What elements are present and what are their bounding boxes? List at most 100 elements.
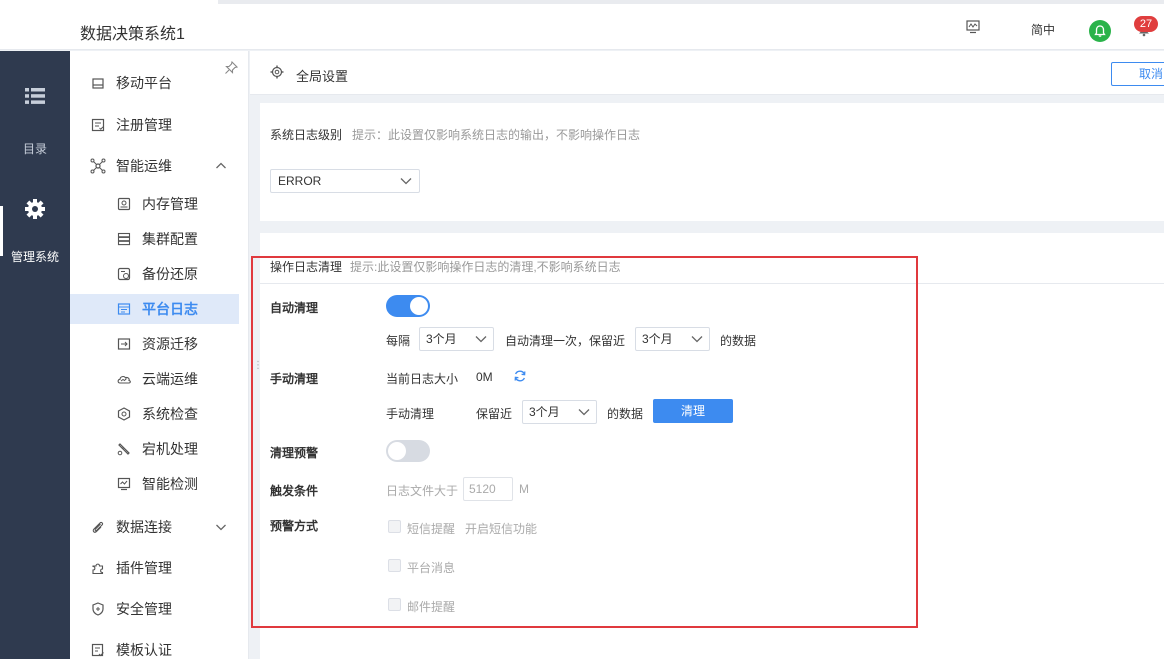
warn-method-label: 预警方式 xyxy=(270,519,319,533)
sidebar-item-migrate[interactable]: 资源迁移 xyxy=(70,329,239,359)
sidebar-item-label: 智能检测 xyxy=(142,476,198,492)
app-title: 数据决策系统1 xyxy=(80,26,185,43)
oplog-hint: 提示:此设置仅影响操作日志的清理,不影响系统日志 xyxy=(350,260,621,274)
sidebar-item-label: 系统检查 xyxy=(142,406,198,422)
main-content: 全局设置 取消 系统日志级别 提示：此设置仅影响系统日志的输出，不影响操作日志 … xyxy=(250,51,1164,659)
sidebar-item-label: 备份还原 xyxy=(142,266,198,282)
chevron-down-icon xyxy=(691,336,703,343)
migrate-icon xyxy=(116,336,132,352)
cloud-icon xyxy=(116,371,132,387)
resize-handle[interactable]: ⋮ xyxy=(253,360,263,371)
rail-manage-label: 管理系统 xyxy=(10,250,59,264)
monitor-icon[interactable] xyxy=(966,20,980,37)
ops-icon xyxy=(90,158,106,174)
auto-keep-value: 3个月 xyxy=(642,332,673,346)
sidebar-item-platform-log[interactable]: 平台日志 xyxy=(70,294,239,324)
syslog-label: 系统日志级别 xyxy=(270,128,343,142)
manual-keep-select[interactable]: 3个月 xyxy=(522,400,597,424)
log-size-value: 0M xyxy=(476,370,493,384)
manual-clean-label: 手动清理 xyxy=(270,372,319,386)
clean-warn-label: 清理预警 xyxy=(270,446,319,460)
sidebar-item-backup[interactable]: 备份还原 xyxy=(70,259,239,289)
language-switch[interactable]: 简中 xyxy=(1031,21,1055,38)
chevron-down-icon xyxy=(215,520,227,536)
shield-icon xyxy=(90,601,106,617)
list-icon xyxy=(0,87,70,109)
trigger-label: 触发条件 xyxy=(270,484,319,498)
syslog-level-select[interactable]: ERROR xyxy=(270,169,420,193)
link-icon xyxy=(90,519,106,535)
page-title: 全局设置 xyxy=(296,69,349,84)
sms-checkbox[interactable] xyxy=(388,520,401,533)
auto-interval-select[interactable]: 3个月 xyxy=(419,327,494,351)
rail-catalog-label: 目录 xyxy=(22,142,47,156)
oplog-header: 操作日志清理 提示:此设置仅影响操作日志的清理,不影响系统日志 xyxy=(260,233,1164,284)
sidebar-item-detect[interactable]: 智能检测 xyxy=(70,469,239,499)
memory-icon xyxy=(116,196,132,212)
sidebar-item-label: 插件管理 xyxy=(116,560,172,576)
detect-icon xyxy=(116,476,132,492)
sidebar-item-syscheck[interactable]: 系统检查 xyxy=(70,399,239,429)
sidebar-item-label: 宕机处理 xyxy=(142,441,198,457)
check-icon xyxy=(116,406,132,422)
sidebar-item-label: 智能运维 xyxy=(116,158,172,174)
refresh-icon[interactable] xyxy=(513,369,527,386)
sms-label: 短信提醒 xyxy=(407,522,456,536)
rail-catalog[interactable]: 目录 xyxy=(0,87,70,157)
crash-icon xyxy=(116,441,132,457)
register-icon xyxy=(90,117,106,133)
plugin-icon xyxy=(90,560,106,576)
sms-note: 开启短信功能 xyxy=(465,522,538,536)
email-checkbox[interactable] xyxy=(388,598,401,611)
notification-green-icon[interactable] xyxy=(1089,20,1111,42)
gear-icon xyxy=(0,197,70,223)
app-header: 数据决策系统1 简中 27 xyxy=(0,6,1164,50)
sidebar-item-cloud[interactable]: 云端运维 xyxy=(70,364,239,394)
mobile-icon xyxy=(90,75,106,91)
breadcrumb: 全局设置 取消 xyxy=(250,51,1164,95)
sidebar-item-mobile[interactable]: 移动平台 xyxy=(70,68,239,98)
sidebar-item-register[interactable]: 注册管理 xyxy=(70,110,239,140)
clean-warn-toggle[interactable] xyxy=(386,440,430,462)
auto-clean-toggle[interactable] xyxy=(386,295,430,317)
sidebar-item-label: 内存管理 xyxy=(142,196,198,212)
email-label: 邮件提醒 xyxy=(407,600,456,614)
settings-icon xyxy=(270,65,284,82)
sidebar-item-label: 集群配置 xyxy=(142,231,198,247)
sidebar-item-plugin[interactable]: 插件管理 xyxy=(70,553,239,583)
auto-clean-label: 自动清理 xyxy=(270,301,319,315)
auto-keep-select[interactable]: 3个月 xyxy=(635,327,710,351)
rail-manage[interactable]: 管理系统 xyxy=(0,197,70,265)
chevron-up-icon xyxy=(215,159,227,175)
sidebar-item-security[interactable]: 安全管理 xyxy=(70,594,239,624)
chevron-down-icon xyxy=(475,336,487,343)
sidebar-item-cluster[interactable]: 集群配置 xyxy=(70,224,239,254)
log-icon xyxy=(116,301,132,317)
sidebar-item-crash[interactable]: 宕机处理 xyxy=(70,434,239,464)
auto-every-label: 每隔 xyxy=(386,334,411,348)
trigger-size-input[interactable]: 5120 xyxy=(463,477,513,501)
toggle-knob xyxy=(410,297,428,315)
platform-msg-checkbox[interactable] xyxy=(388,559,401,572)
manual-keep-label: 保留近 xyxy=(476,407,513,421)
toggle-knob xyxy=(388,442,406,460)
syslog-level-value: ERROR xyxy=(278,174,322,188)
platform-msg-label: 平台消息 xyxy=(407,561,456,575)
sidebar-item-ops[interactable]: 智能运维 xyxy=(70,151,239,181)
auto-interval-value: 3个月 xyxy=(426,332,457,346)
sidebar-item-label: 云端运维 xyxy=(142,371,198,387)
sidebar-item-memory[interactable]: 内存管理 xyxy=(70,189,239,219)
cancel-button[interactable]: 取消 xyxy=(1111,62,1164,86)
sidebar-item-label: 移动平台 xyxy=(116,75,172,91)
chevron-down-icon xyxy=(400,178,412,185)
auto-mid-label: 自动清理一次，保留近 xyxy=(505,334,626,348)
sidebar-item-template[interactable]: 模板认证 xyxy=(70,635,239,659)
sidebar-item-data-connect[interactable]: 数据连接 xyxy=(70,512,239,542)
auto-suffix-label: 的数据 xyxy=(720,334,757,348)
clean-button[interactable]: 清理 xyxy=(653,399,733,423)
sidebar-item-label: 平台日志 xyxy=(142,301,198,317)
oplog-label: 操作日志清理 xyxy=(270,260,343,274)
sidebar-item-label: 数据连接 xyxy=(116,519,172,535)
syslog-panel: 系统日志级别 提示：此设置仅影响系统日志的输出，不影响操作日志 ERROR xyxy=(260,103,1164,221)
sidebar-item-label: 注册管理 xyxy=(116,117,172,133)
